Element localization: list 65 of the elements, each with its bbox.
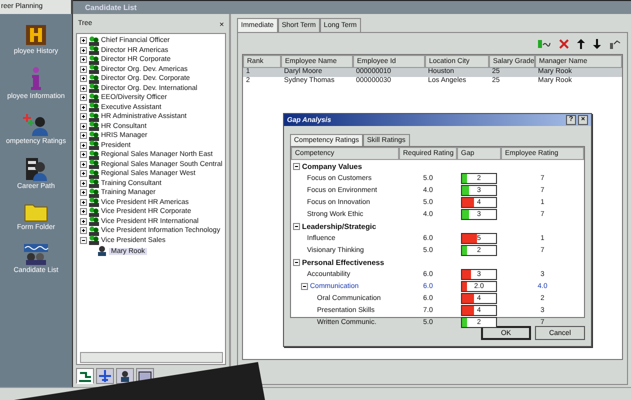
group-icon	[88, 159, 100, 170]
group-icon	[88, 206, 100, 217]
expand-icon[interactable]	[80, 122, 87, 130]
group-icon	[88, 216, 100, 226]
expand-icon[interactable]	[80, 198, 87, 206]
folder-icon[interactable]	[24, 202, 48, 222]
expand-icon[interactable]	[80, 227, 87, 234]
plane-icon	[98, 370, 112, 382]
expand-icon[interactable]	[80, 142, 87, 149]
expand-icon[interactable]	[80, 113, 87, 120]
person-plus-icon[interactable]	[22, 112, 49, 136]
expand-icon[interactable]	[80, 37, 87, 44]
collapse-icon[interactable]	[293, 162, 300, 170]
expand-icon[interactable]	[80, 56, 87, 64]
view-tab[interactable]	[116, 368, 134, 384]
view-tab[interactable]	[76, 368, 94, 384]
expand-icon[interactable]	[80, 189, 87, 196]
group-icon	[88, 178, 100, 188]
group-icon	[88, 188, 100, 198]
expand-icon[interactable]	[80, 46, 87, 54]
expand-icon[interactable]	[80, 151, 87, 158]
group-icon	[88, 197, 100, 208]
group-icon	[88, 150, 100, 160]
group-icon	[88, 54, 100, 65]
expand-icon[interactable]	[80, 104, 87, 111]
group-icon	[88, 64, 100, 74]
film-person-icon[interactable]	[25, 157, 47, 181]
group-icon	[88, 140, 100, 150]
expand-icon[interactable]	[80, 75, 87, 82]
collapse-icon[interactable]	[301, 282, 308, 290]
group-icon	[88, 102, 100, 112]
group-icon	[88, 45, 100, 56]
group-icon	[88, 130, 100, 141]
group-icon	[88, 235, 100, 246]
group-icon	[88, 36, 100, 46]
delete-icon[interactable]	[559, 39, 569, 49]
group-icon	[88, 121, 100, 132]
collapse-icon[interactable]	[80, 236, 87, 244]
collapse-icon[interactable]	[293, 222, 300, 230]
chart-icon[interactable]	[609, 39, 621, 49]
close-button[interactable]: ×	[219, 20, 224, 29]
people-list-icon[interactable]	[22, 243, 49, 265]
expand-icon[interactable]	[80, 66, 87, 73]
person-icon	[118, 370, 132, 382]
letter-h-icon[interactable]	[24, 24, 47, 46]
group-icon	[88, 92, 100, 103]
collapse-icon[interactable]	[293, 258, 300, 266]
group-icon	[88, 168, 100, 179]
expand-icon[interactable]	[80, 218, 87, 225]
expand-icon[interactable]	[80, 132, 87, 140]
expand-icon[interactable]	[80, 84, 87, 92]
expand-icon[interactable]	[80, 208, 87, 216]
expand-icon[interactable]	[80, 94, 87, 102]
group-icon	[88, 226, 100, 236]
group-icon	[88, 83, 100, 94]
group-icon	[88, 112, 100, 122]
down-arrow-icon[interactable]	[593, 39, 601, 49]
hierarchy-icon	[78, 370, 92, 382]
expand-icon[interactable]	[80, 160, 87, 168]
group-icon	[88, 74, 100, 84]
expand-icon[interactable]	[80, 170, 87, 178]
up-arrow-icon[interactable]	[577, 39, 585, 49]
horizontal-scrollbar[interactable]	[80, 352, 223, 363]
person-icon	[96, 246, 108, 256]
expand-icon[interactable]	[80, 180, 87, 187]
